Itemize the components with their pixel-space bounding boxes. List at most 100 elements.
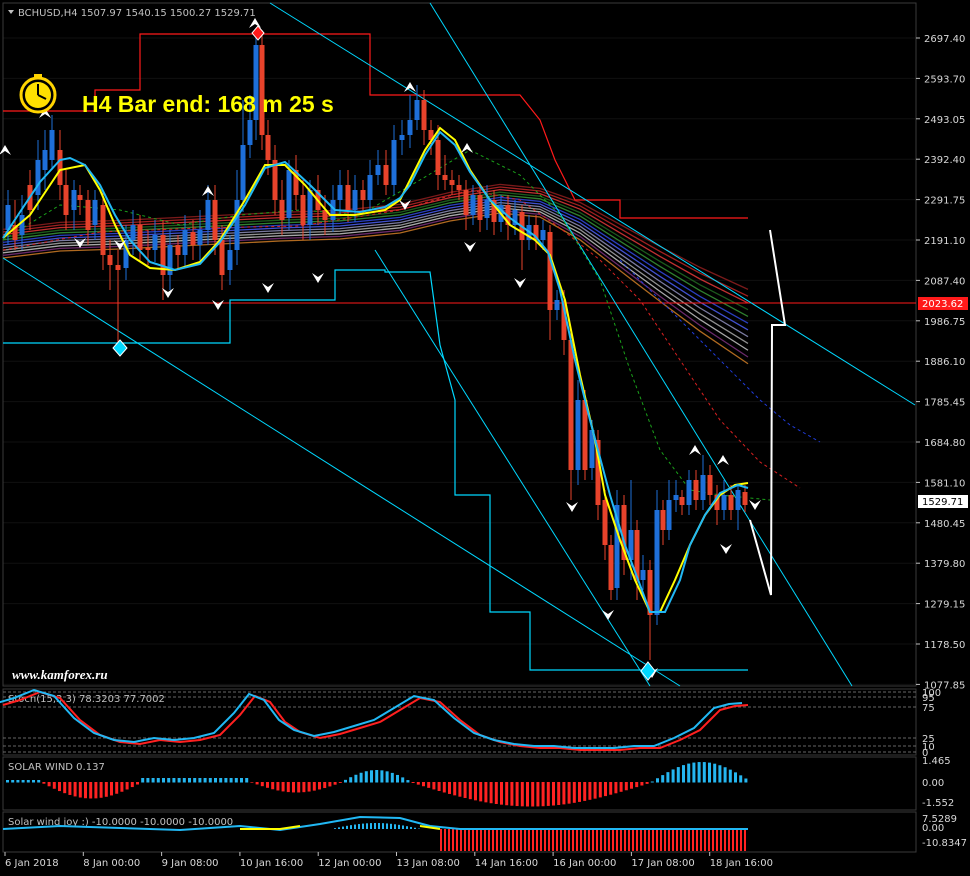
candle-body xyxy=(63,185,69,215)
solar-wind-bar xyxy=(94,782,98,799)
solar-joy-bar xyxy=(632,829,634,851)
solar-joy-bar xyxy=(540,829,542,851)
candle-body xyxy=(130,225,136,240)
solar-wind-bar xyxy=(614,782,618,794)
solar-wind-bar xyxy=(572,782,576,803)
solar-wind-bar xyxy=(281,782,285,792)
solar-wind-bar xyxy=(510,782,514,806)
solar-wind-bar xyxy=(26,780,30,783)
solar-joy-bar xyxy=(500,829,502,851)
solar-joy-bar xyxy=(592,829,594,851)
solar-wind-bar xyxy=(208,778,212,783)
diamond-marker-bottom xyxy=(640,661,656,681)
solar-wind-bar xyxy=(333,782,337,785)
solar-wind-bar xyxy=(182,778,186,783)
solar-wind-bar xyxy=(656,778,659,783)
time-tick-label: 18 Jan 16:00 xyxy=(710,858,773,869)
solar-wind-bar xyxy=(370,770,373,783)
time-tick-label: 8 Jan 00:00 xyxy=(83,858,140,869)
solar-joy-bar xyxy=(536,829,538,851)
solar-wind-level-label: 0.00 xyxy=(922,778,944,789)
candle-body xyxy=(360,190,366,200)
solar-wind-bar xyxy=(624,782,628,791)
solar-joy-bar xyxy=(468,829,470,851)
solar-joy-bar xyxy=(700,829,702,851)
solar-wind-bar xyxy=(567,782,571,804)
candle-body xyxy=(190,232,196,245)
solar-joy-bar xyxy=(692,829,694,851)
solar-joy-bar xyxy=(452,829,454,851)
candle-body xyxy=(435,140,441,175)
candle-body xyxy=(602,500,608,545)
solar-wind-bar xyxy=(162,778,165,783)
chart-canvas[interactable]: BCHUSD,H4 1507.97 1540.15 1500.27 1529.7… xyxy=(0,0,970,876)
price-tick-label: 1379.80 xyxy=(924,559,965,570)
candle-body xyxy=(477,195,483,220)
candle-body xyxy=(92,200,98,225)
solar-joy-level-label: -10.8347 xyxy=(922,838,967,849)
solar-wind-bar xyxy=(63,782,67,794)
solar-wind-bar xyxy=(260,782,264,787)
candle-body xyxy=(608,545,614,590)
solar-wind-bar xyxy=(240,778,243,783)
solar-wind-bar xyxy=(422,782,425,787)
solar-wind-bar xyxy=(136,782,139,785)
candle-body xyxy=(654,510,660,615)
solar-joy-bar xyxy=(382,823,384,829)
solar-joy-bar xyxy=(652,829,654,851)
solar-joy-bar xyxy=(528,829,530,851)
stoch-level-label: 75 xyxy=(922,703,935,714)
solar-wind-bar xyxy=(697,762,701,783)
solar-wind-bar xyxy=(723,767,727,783)
solar-joy-bar xyxy=(440,829,442,851)
candle-body xyxy=(85,200,91,230)
solar-wind-bar xyxy=(276,782,280,791)
solar-wind-bar xyxy=(604,782,607,797)
solar-wind-bar xyxy=(635,782,639,788)
solar-wind-bar xyxy=(78,782,82,798)
solar-wind-bar xyxy=(702,762,706,783)
candle-body xyxy=(35,160,41,195)
solar-joy-bar xyxy=(402,825,404,829)
solar-joy-bar xyxy=(362,823,364,829)
solar-joy-bar xyxy=(704,829,706,851)
solar-wind-bar xyxy=(110,782,113,796)
time-tick-label: 16 Jan 00:00 xyxy=(553,858,616,869)
solar-joy-bar xyxy=(720,829,722,851)
time-tick-label: 6 Jan 2018 xyxy=(5,858,59,869)
solar-joy-bar xyxy=(464,829,466,851)
solar-wind-bar xyxy=(193,778,197,783)
watermark: www.kamforex.ru xyxy=(12,667,108,682)
solar-wind-bar xyxy=(99,782,103,798)
solar-wind-bar xyxy=(619,782,623,792)
fractal-up-arrow-icon xyxy=(717,455,729,465)
solar-joy-bar xyxy=(508,829,510,851)
solar-wind-bar xyxy=(68,782,72,795)
solar-joy-bar xyxy=(378,823,380,829)
solar-wind-bar xyxy=(338,782,342,783)
solar-wind-level-label: -1.552 xyxy=(922,798,954,809)
solar-joy-bar xyxy=(724,829,726,851)
fractal-down-arrow-icon xyxy=(464,242,476,252)
solar-wind-label: SOLAR WIND 0.137 xyxy=(8,762,105,773)
solar-wind-bar xyxy=(505,782,509,806)
solar-wind-bar xyxy=(448,782,451,794)
chevron-down-icon[interactable] xyxy=(8,10,14,14)
solar-joy-bar xyxy=(680,829,682,851)
solar-wind-bar xyxy=(203,778,207,783)
solar-joy-bar xyxy=(516,829,518,851)
solar-joy-bar xyxy=(564,829,566,851)
solar-joy-bar xyxy=(414,827,416,829)
candle-body xyxy=(19,215,25,235)
candle-body xyxy=(197,230,203,245)
solar-wind-bar xyxy=(728,769,732,783)
solar-wind-bar xyxy=(676,767,680,783)
solar-wind-bar xyxy=(739,775,743,783)
solar-wind-bar xyxy=(286,782,290,793)
candle-body xyxy=(693,480,699,500)
svg-text:1529.71: 1529.71 xyxy=(922,497,963,508)
solar-wind-bar xyxy=(593,782,597,799)
symbol-header[interactable]: BCHUSD,H4 1507.97 1540.15 1500.27 1529.7… xyxy=(8,8,256,19)
solar-wind-bar xyxy=(47,782,51,787)
solar-joy-bar xyxy=(472,829,474,851)
